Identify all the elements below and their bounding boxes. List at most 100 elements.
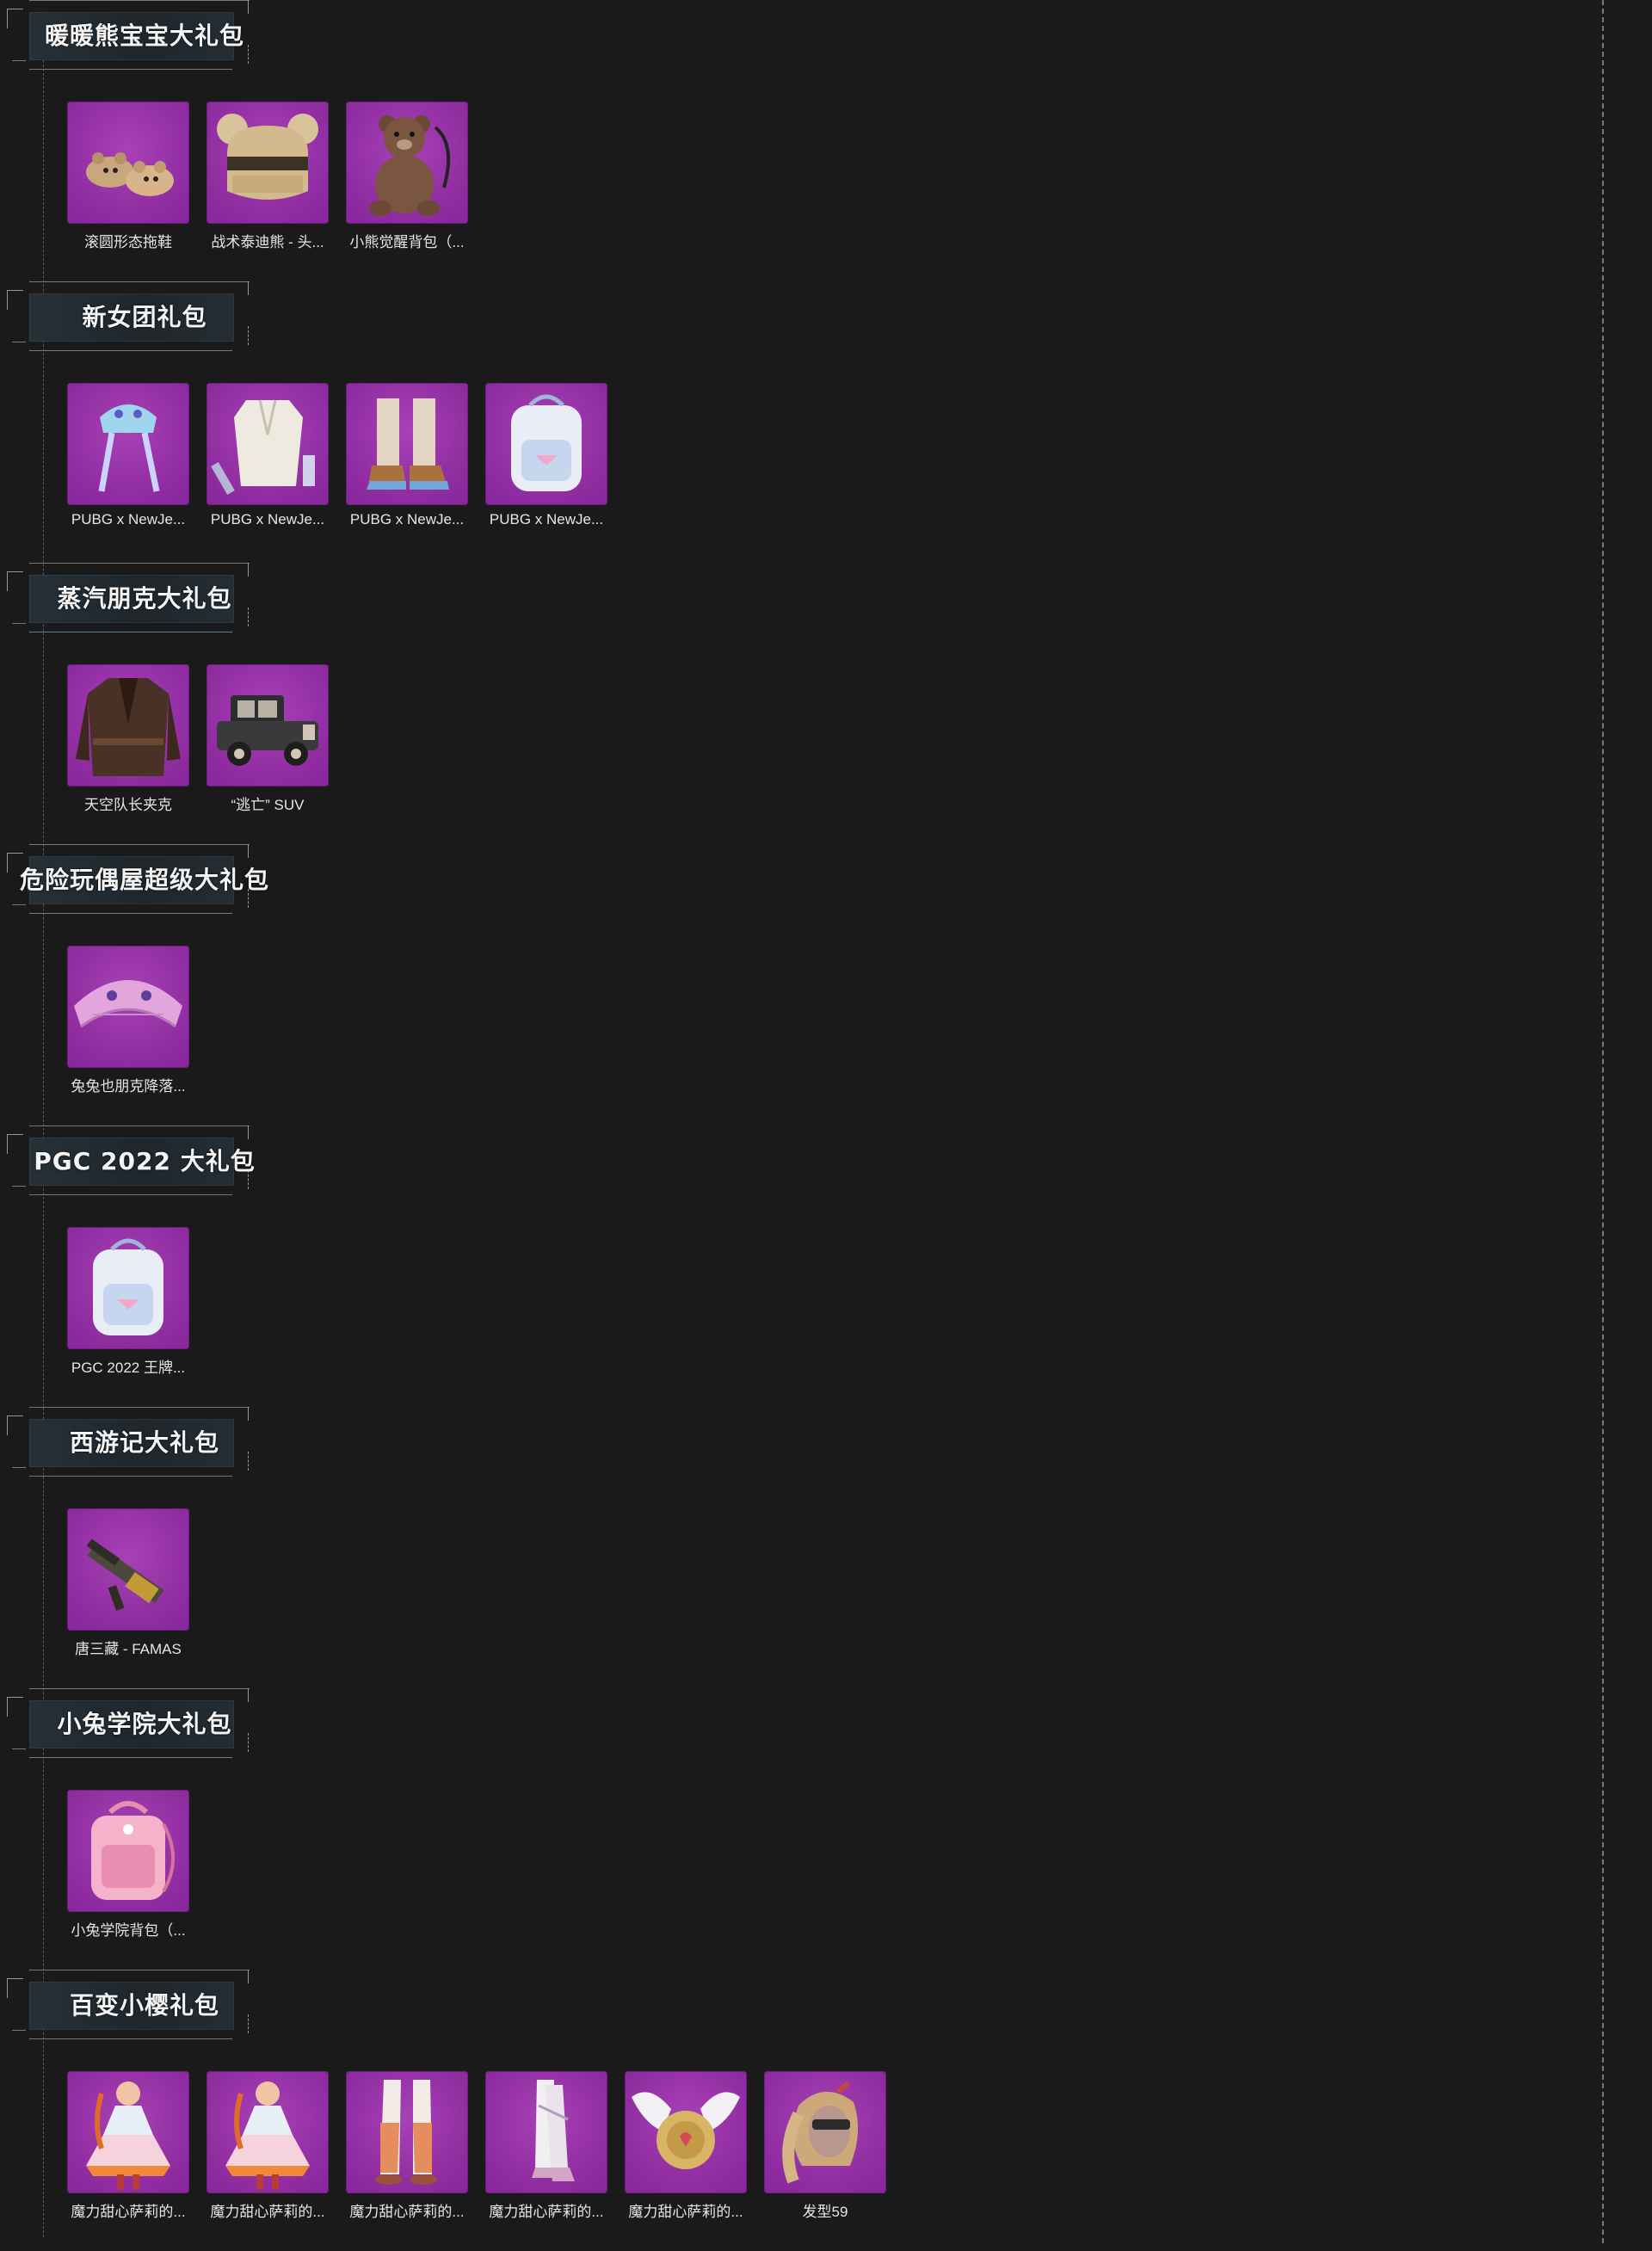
header-frame-line	[12, 1186, 26, 1187]
bundle-title: 百变小樱礼包	[69, 1991, 219, 2020]
item-label: PUBG x NewJe...	[489, 511, 604, 527]
bundle-section: 蒸汽朋克大礼包天空队长夹克 “逃亡” SUV	[0, 563, 1032, 844]
header-frame-line	[29, 350, 232, 351]
item-label: 滚圆形态拖鞋	[84, 234, 172, 250]
header-frame-line	[29, 0, 250, 1]
bundle-header: 百变小樱礼包	[7, 1970, 250, 2040]
bundle-title: 西游记大礼包	[69, 1428, 219, 1457]
right-edge-divider	[1602, 0, 1604, 2243]
bundle-title: 暖暖熊宝宝大礼包	[44, 22, 244, 50]
item-label: PUBG x NewJe...	[71, 511, 186, 527]
item-card[interactable]: 魔力甜心萨莉的...	[346, 2071, 468, 2221]
item-card[interactable]: “逃亡” SUV	[206, 664, 329, 814]
item-label: PGC 2022 王牌...	[71, 1360, 186, 1376]
item-label: 魔力甜心萨莉的...	[71, 2204, 186, 2220]
outfit-icon	[206, 383, 329, 505]
bundle-header: 暖暖熊宝宝大礼包	[7, 0, 250, 71]
bundle-title: 小兔学院大礼包	[57, 1710, 232, 1738]
dress-icon	[206, 2071, 329, 2193]
bundle-header: 新女团礼包	[7, 281, 250, 352]
item-card[interactable]: PUBG x NewJe...	[206, 383, 329, 528]
item-label: 唐三藏 - FAMAS	[75, 1641, 182, 1657]
header-frame-line	[12, 1467, 26, 1468]
teddy-helmet-icon	[206, 102, 329, 224]
item-card[interactable]: 魔力甜心萨莉的...	[485, 2071, 607, 2221]
bundle-section: 暖暖熊宝宝大礼包滚圆形态拖鞋 战术泰迪熊 - 头... 小熊觉醒背包（...	[0, 0, 1032, 281]
header-frame-line	[29, 913, 232, 914]
bundle-header: 危险玩偶屋超级大礼包	[7, 844, 268, 915]
item-card[interactable]: PUBG x NewJe...	[346, 383, 468, 528]
header-frame-line	[29, 844, 250, 845]
bundle-header: PGC 2022 大礼包	[7, 1126, 255, 1196]
header-frame-line	[29, 1688, 250, 1689]
header-frame-line	[29, 2038, 232, 2039]
bundle-title: 危险玩偶屋超级大礼包	[19, 866, 269, 894]
item-card[interactable]: 唐三藏 - FAMAS	[67, 1508, 189, 1658]
bundle-title: PGC 2022 大礼包	[34, 1147, 256, 1175]
header-frame-line	[29, 1476, 232, 1477]
item-card[interactable]: 天空队长夹克	[67, 664, 189, 814]
item-card[interactable]: 魔力甜心萨莉的...	[67, 2071, 189, 2221]
item-card[interactable]: 魔力甜心萨莉的...	[625, 2071, 747, 2221]
bear-slippers-icon	[67, 102, 189, 224]
header-frame-line	[29, 1407, 250, 1408]
teddy-backpack-icon	[346, 102, 468, 224]
item-label: PUBG x NewJe...	[210, 511, 325, 527]
item-card[interactable]: 兔兔也朋克降落...	[67, 946, 189, 1095]
jacket-icon	[67, 664, 189, 786]
item-label: PUBG x NewJe...	[349, 511, 465, 527]
item-card[interactable]: 小熊觉醒背包（...	[346, 102, 468, 251]
header-frame-line	[12, 904, 26, 905]
bundle-header: 西游记大礼包	[7, 1407, 250, 1477]
bundle-title: 蒸汽朋克大礼包	[57, 584, 232, 613]
header-frame-line	[12, 2030, 26, 2031]
item-card[interactable]: PUBG x NewJe...	[485, 383, 607, 528]
item-card[interactable]: 魔力甜心萨莉的...	[206, 2071, 329, 2221]
hat-icon	[67, 383, 189, 505]
bundle-header: 蒸汽朋克大礼包	[7, 563, 250, 633]
parachute-icon	[67, 946, 189, 1068]
boots-icon	[346, 2071, 468, 2193]
header-frame-line	[29, 1757, 232, 1758]
bundle-header: 小兔学院大礼包	[7, 1688, 250, 1759]
header-frame-line	[12, 623, 26, 624]
item-card[interactable]: 战术泰迪熊 - 头...	[206, 102, 329, 251]
backpack-icon	[485, 383, 607, 505]
stockings-icon	[485, 2071, 607, 2193]
bundle-title: 新女团礼包	[82, 303, 207, 331]
item-card[interactable]: PGC 2022 王牌...	[67, 1227, 189, 1377]
item-label: 魔力甜心萨莉的...	[489, 2204, 604, 2220]
winged-shield-icon	[625, 2071, 747, 2193]
item-card[interactable]: 发型59	[764, 2071, 886, 2221]
item-label: 小兔学院背包（...	[71, 1922, 186, 1939]
bundle-section: 新女团礼包 PUBG x NewJe... PUBG x NewJe... PUBG …	[0, 281, 1032, 563]
item-label: 魔力甜心萨莉的...	[210, 2204, 325, 2220]
header-frame-line	[12, 60, 26, 61]
header-frame-line	[29, 281, 250, 282]
bundle-section: PGC 2022 大礼包 PGC 2022 王牌...	[0, 1126, 1032, 1407]
bundle-section: 小兔学院大礼包小兔学院背包（...	[0, 1688, 1032, 1970]
item-card[interactable]: 小兔学院背包（...	[67, 1790, 189, 1940]
header-frame-line	[29, 563, 250, 564]
item-label: 天空队长夹克	[84, 797, 172, 813]
item-card[interactable]: 滚圆形态拖鞋	[67, 102, 189, 251]
header-frame-line	[29, 1194, 232, 1195]
item-label: 兔兔也朋克降落...	[71, 1078, 186, 1095]
item-label: 魔力甜心萨莉的...	[628, 2204, 743, 2220]
car-icon	[206, 664, 329, 786]
shoes-icon	[346, 383, 468, 505]
item-label: 发型59	[802, 2204, 848, 2220]
header-frame-line	[12, 1748, 26, 1749]
hair-icon	[764, 2071, 886, 2193]
item-card[interactable]: PUBG x NewJe...	[67, 383, 189, 528]
bundle-section: 百变小樱礼包魔力甜心萨莉的... 魔力甜心萨莉的... 魔力甜心萨莉的... 魔力甜心…	[0, 1970, 1032, 2251]
item-label: “逃亡” SUV	[231, 797, 305, 813]
bundle-section: 西游记大礼包唐三藏 - FAMAS	[0, 1407, 1032, 1688]
item-label: 魔力甜心萨莉的...	[349, 2204, 465, 2220]
dress-icon	[67, 2071, 189, 2193]
bundle-section: 危险玩偶屋超级大礼包兔兔也朋克降落...	[0, 844, 1032, 1126]
header-frame-line	[29, 69, 232, 70]
pink-backpack-icon	[67, 1790, 189, 1912]
rifle-icon	[67, 1508, 189, 1631]
item-label: 小熊觉醒背包（...	[349, 234, 465, 250]
